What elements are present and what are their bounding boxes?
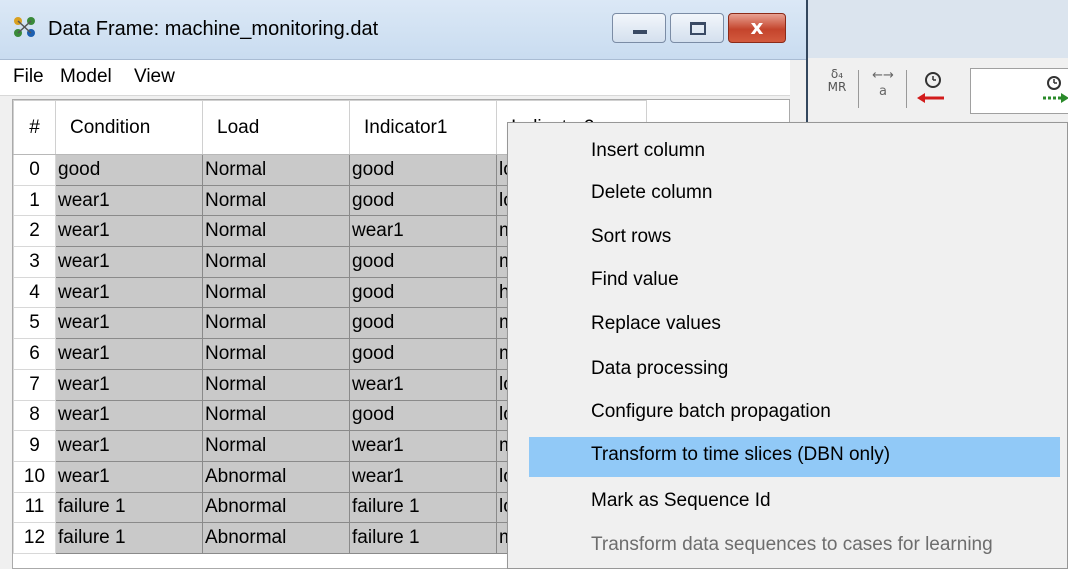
- minimize-button[interactable]: [612, 13, 666, 43]
- cell-indicator1[interactable]: good: [349, 154, 497, 186]
- maximize-icon: [690, 22, 706, 35]
- cell-indicator1[interactable]: good: [349, 307, 497, 340]
- data-frame-app-icon: [14, 17, 35, 37]
- maximize-button[interactable]: [670, 13, 724, 43]
- cell-load[interactable]: Normal: [202, 184, 350, 217]
- menu-bar: File Model View: [0, 60, 790, 96]
- cell-indicator1[interactable]: failure 1: [349, 522, 497, 554]
- cell-condition[interactable]: wear1: [55, 307, 203, 340]
- cell-index[interactable]: 3: [13, 246, 56, 278]
- toolbar-window-titlebar: [806, 0, 1068, 58]
- toolbar-separator: [858, 70, 859, 108]
- menu-file[interactable]: File: [13, 66, 44, 88]
- toolbar-separator: [906, 70, 907, 108]
- column-header-condition[interactable]: Condition: [55, 100, 203, 155]
- cell-index[interactable]: 10: [13, 460, 56, 493]
- menu-item-configure-batch-propagation[interactable]: Configure batch propagation: [529, 394, 1060, 434]
- cell-condition[interactable]: wear1: [55, 246, 203, 278]
- cell-condition[interactable]: failure 1: [55, 522, 203, 554]
- cell-index[interactable]: 1: [13, 184, 56, 217]
- cell-indicator1[interactable]: wear1: [349, 430, 497, 462]
- cell-index[interactable]: 8: [13, 399, 56, 432]
- menu-item-replace-values[interactable]: Replace values: [529, 306, 1060, 346]
- window-title: Data Frame: machine_monitoring.dat: [48, 18, 379, 40]
- cell-indicator1[interactable]: wear1: [349, 460, 497, 493]
- clock-red-arrow-icon[interactable]: [914, 68, 948, 110]
- cell-index[interactable]: 5: [13, 307, 56, 340]
- cell-load[interactable]: Normal: [202, 246, 350, 278]
- cell-indicator1[interactable]: good: [349, 338, 497, 370]
- cell-indicator1[interactable]: good: [349, 276, 497, 309]
- cell-condition[interactable]: good: [55, 154, 203, 186]
- column-header-index[interactable]: #: [13, 100, 56, 155]
- cell-condition[interactable]: failure 1: [55, 491, 203, 524]
- cell-load[interactable]: Normal: [202, 368, 350, 401]
- cell-load[interactable]: Normal: [202, 215, 350, 248]
- arrows-icon-bottom: a: [879, 84, 887, 99]
- cell-load[interactable]: Normal: [202, 307, 350, 340]
- cell-load[interactable]: Normal: [202, 154, 350, 186]
- cell-condition[interactable]: wear1: [55, 276, 203, 309]
- column-header-load[interactable]: Load: [202, 100, 350, 155]
- cell-indicator1[interactable]: good: [349, 246, 497, 278]
- cell-condition[interactable]: wear1: [55, 368, 203, 401]
- close-button[interactable]: x: [728, 13, 786, 43]
- cell-load[interactable]: Abnormal: [202, 522, 350, 554]
- cell-load[interactable]: Normal: [202, 338, 350, 370]
- cell-indicator1[interactable]: good: [349, 399, 497, 432]
- cell-index[interactable]: 6: [13, 338, 56, 370]
- cell-index[interactable]: 4: [13, 276, 56, 309]
- cell-indicator1[interactable]: wear1: [349, 215, 497, 248]
- cell-load[interactable]: Normal: [202, 276, 350, 309]
- cell-indicator1[interactable]: good: [349, 184, 497, 217]
- cell-index[interactable]: 12: [13, 522, 56, 554]
- cell-condition[interactable]: wear1: [55, 215, 203, 248]
- close-icon: x: [750, 15, 764, 39]
- cell-condition[interactable]: wear1: [55, 460, 203, 493]
- cell-load[interactable]: Abnormal: [202, 460, 350, 493]
- mr-icon-bottom: MR: [827, 80, 847, 94]
- menu-model[interactable]: Model: [60, 66, 112, 88]
- menu-item-mark-as-sequence-id[interactable]: Mark as Sequence Id: [529, 483, 1060, 523]
- mr-icon[interactable]: δ₄ MR: [820, 68, 854, 110]
- cell-indicator1[interactable]: wear1: [349, 368, 497, 401]
- title-bar[interactable]: Data Frame: machine_monitoring.dat x: [0, 0, 806, 60]
- cell-condition[interactable]: wear1: [55, 399, 203, 432]
- cell-index[interactable]: 7: [13, 368, 56, 401]
- cell-condition[interactable]: wear1: [55, 430, 203, 462]
- context-menu: Insert column Delete column Sort rows Find …: [507, 122, 1068, 569]
- menu-item-transform-data-sequences-to-cases-for-learning: Transform data sequences to cases for le…: [591, 534, 993, 555]
- menu-item-sort-rows[interactable]: Sort rows: [529, 219, 1060, 259]
- clock-green-arrow-icon[interactable]: [1039, 73, 1068, 109]
- cell-load[interactable]: Normal: [202, 399, 350, 432]
- cell-load[interactable]: Normal: [202, 430, 350, 462]
- menu-item-delete-column[interactable]: Delete column: [529, 175, 1060, 215]
- cell-index[interactable]: 2: [13, 215, 56, 248]
- toolbar-panel: [970, 68, 1068, 114]
- cell-index[interactable]: 0: [13, 154, 56, 186]
- menu-item-transform-to-time-slices-dbn-only[interactable]: Transform to time slices (DBN only): [529, 437, 1060, 477]
- toolbar: δ₄ MR ←→ a: [806, 58, 1068, 124]
- menu-item-insert-column[interactable]: Insert column: [529, 133, 1060, 173]
- cell-index[interactable]: 11: [13, 491, 56, 524]
- menu-view[interactable]: View: [134, 66, 175, 88]
- minimize-icon: [633, 30, 647, 34]
- cell-load[interactable]: Abnormal: [202, 491, 350, 524]
- cell-index[interactable]: 9: [13, 430, 56, 462]
- menu-item-find-value[interactable]: Find value: [529, 262, 1060, 302]
- menu-item-data-processing[interactable]: Data processing: [529, 351, 1060, 391]
- cell-indicator1[interactable]: failure 1: [349, 491, 497, 524]
- cell-condition[interactable]: wear1: [55, 184, 203, 217]
- cell-condition[interactable]: wear1: [55, 338, 203, 370]
- arrows-icon-top: ←→: [872, 68, 894, 83]
- arrows-icon[interactable]: ←→ a: [866, 68, 900, 110]
- column-header-indicator1[interactable]: Indicator1: [349, 100, 497, 155]
